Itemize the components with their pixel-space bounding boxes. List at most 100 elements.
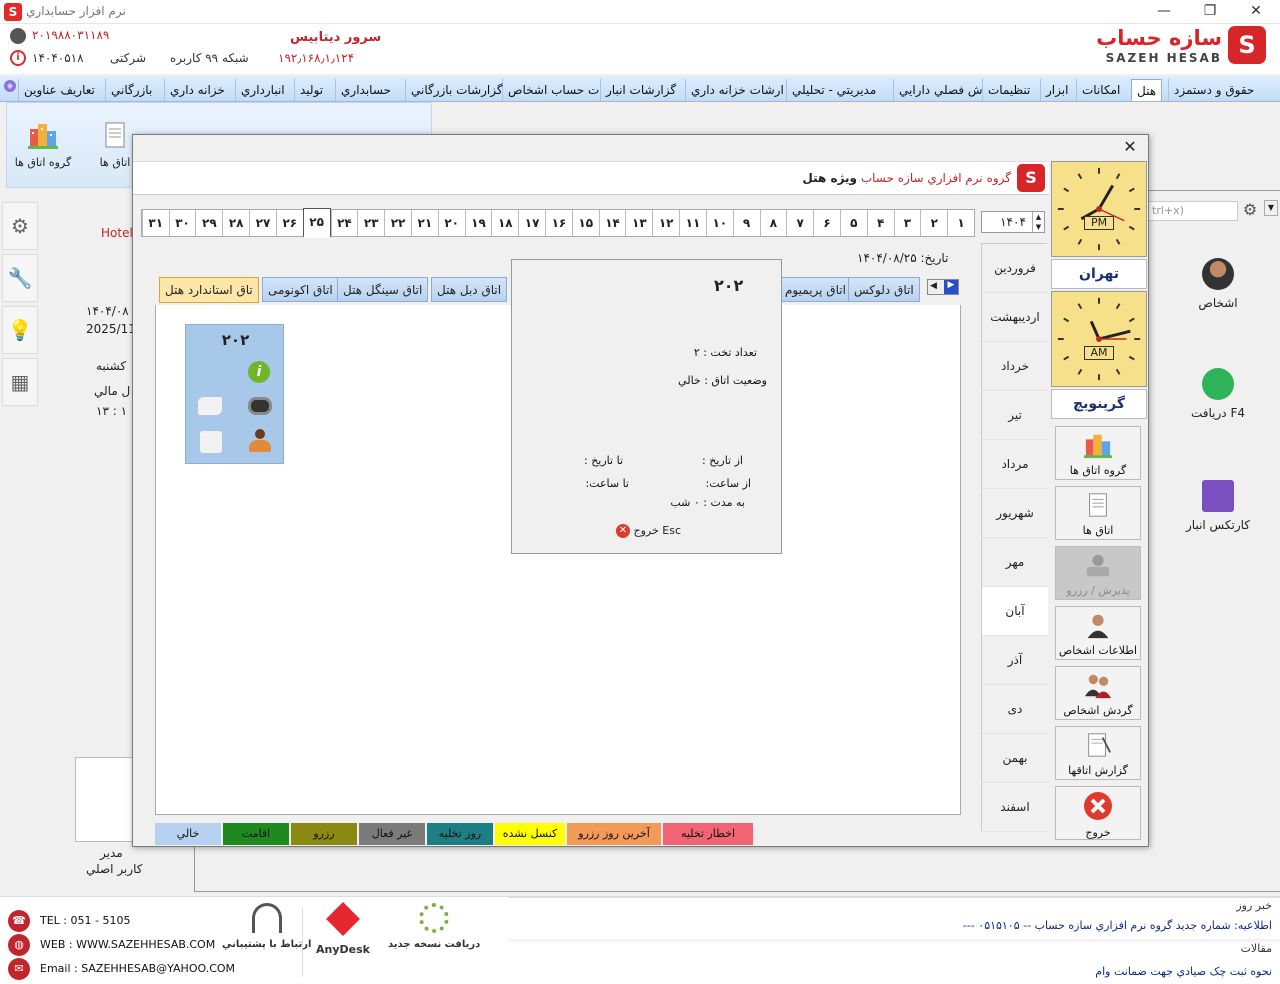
menu-tab-payroll[interactable]: حقوق و دستمزد: [1168, 79, 1259, 101]
tab-scroll-left-icon[interactable]: ◀: [930, 281, 937, 291]
settings-gear-icon[interactable]: ⚙: [1240, 200, 1260, 220]
menu-tab-inventory-reports[interactable]: گزارشات انبار: [600, 79, 681, 101]
day-cell[interactable]: ۲۳: [357, 210, 384, 236]
side-room-groups-button[interactable]: گروه اتاق ها: [1055, 426, 1141, 480]
popup-exit-button[interactable]: ✕ خروج Esc: [616, 524, 681, 538]
day-cell[interactable]: ۳: [893, 210, 921, 236]
menu-tab-treasury-reports[interactable]: ارشات خزانه داري: [685, 79, 789, 101]
restore-button[interactable]: ❐: [1190, 0, 1230, 24]
menu-tab-tools[interactable]: ابزار: [1040, 79, 1073, 101]
info-icon[interactable]: i: [248, 361, 270, 383]
side-person-info-button[interactable]: اطلاعات اشخاص: [1055, 606, 1141, 660]
menu-tab-hotel[interactable]: هتل: [1131, 79, 1163, 101]
support-button[interactable]: ارتباط با پشتيباني: [222, 903, 311, 950]
day-cell[interactable]: ۸: [759, 210, 787, 236]
ribbon-room-groups-button[interactable]: گروه اتاق ها: [7, 121, 79, 169]
lightbulb-icon[interactable]: 💡: [2, 306, 38, 354]
day-cell[interactable]: ۲: [920, 210, 947, 236]
menu-tab-facilities[interactable]: امکانات: [1076, 79, 1125, 101]
month-item[interactable]: تير: [982, 391, 1048, 440]
day-cell[interactable]: ۱۷: [518, 210, 545, 236]
search-input[interactable]: trl+x): [1148, 201, 1238, 221]
month-item[interactable]: مهر: [982, 538, 1048, 587]
day-cell[interactable]: ۱: [947, 210, 974, 236]
side-reception-button[interactable]: پذيرش / رزرو: [1055, 546, 1141, 600]
gear-icon[interactable]: ⚙: [2, 202, 38, 250]
room-tab-premium[interactable]: اتاق پريميوم: [779, 277, 852, 302]
cardex-shortcut[interactable]: کارتکس انبار: [1168, 480, 1268, 532]
menu-tab-settings[interactable]: تنظیمات: [982, 79, 1035, 101]
contact-email[interactable]: ✉ Email : SAZEHHESAB@YAHOO.COM: [8, 958, 235, 980]
menu-tab-definitions[interactable]: تعاريف عناوين: [18, 79, 100, 101]
day-cell[interactable]: ۲۵: [302, 208, 331, 238]
day-cell[interactable]: ۱۵: [571, 210, 599, 236]
day-cell[interactable]: ۶: [813, 210, 840, 236]
day-cell[interactable]: ۵: [839, 210, 867, 236]
day-cell[interactable]: ۲۹: [195, 210, 222, 236]
day-cell[interactable]: ۱۰: [705, 210, 733, 236]
theme-orb-icon[interactable]: [4, 80, 16, 92]
day-cell[interactable]: ۷: [786, 210, 813, 236]
day-cell[interactable]: ۲۲: [384, 210, 411, 236]
tab-scroll-right-icon[interactable]: ▶: [944, 280, 958, 294]
day-cell[interactable]: ۱۲: [652, 210, 679, 236]
month-item[interactable]: دی: [982, 685, 1048, 734]
room-tab-double[interactable]: اتاق دبل هتل: [431, 277, 508, 302]
day-cell[interactable]: ۱۴: [598, 210, 626, 236]
day-cell[interactable]: ۲۰: [437, 210, 465, 236]
calculator-icon[interactable]: ▦: [2, 358, 38, 406]
month-item[interactable]: ارديبهشت: [982, 293, 1048, 342]
side-room-report-button[interactable]: گزارش اتاقها: [1055, 726, 1141, 780]
side-exit-button[interactable]: خروج: [1055, 786, 1141, 840]
wrench-icon[interactable]: 🔧: [2, 254, 38, 302]
side-person-turnover-button[interactable]: گردش اشخاص: [1055, 666, 1141, 720]
month-item[interactable]: اسفند: [982, 783, 1048, 832]
day-cell[interactable]: ۲۷: [249, 210, 276, 236]
menu-tab-warehouse[interactable]: انبارداري: [235, 79, 290, 101]
menu-tab-management[interactable]: مديريتي - تحليلي: [786, 79, 881, 101]
month-item[interactable]: بهمن: [982, 734, 1048, 783]
persons-shortcut[interactable]: اشخاص: [1168, 258, 1268, 310]
update-button[interactable]: دريافت نسخه جديد: [388, 903, 480, 950]
day-cell[interactable]: ۱۹: [464, 210, 492, 236]
menu-tab-treasury[interactable]: خزانه داري: [164, 79, 230, 101]
day-cell[interactable]: ۲۶: [275, 210, 303, 236]
minimize-button[interactable]: —: [1144, 0, 1184, 24]
day-cell[interactable]: ۱۸: [491, 210, 518, 236]
receive-shortcut[interactable]: F4 دريافت: [1168, 368, 1268, 420]
day-cell[interactable]: ۹: [732, 210, 760, 236]
day-cell[interactable]: ۱۶: [545, 210, 572, 236]
month-item[interactable]: فروردين: [982, 244, 1048, 293]
room-tab-standard[interactable]: تاق استاندارد هتل: [159, 277, 259, 303]
room-tab-single[interactable]: اتاق سينگل هتل: [337, 277, 429, 302]
menu-tab-accounting[interactable]: حسابداري: [335, 79, 396, 101]
day-cell[interactable]: ۱۳: [625, 210, 652, 236]
month-item[interactable]: شهريور: [982, 489, 1048, 538]
month-item[interactable]: آذر: [982, 636, 1048, 685]
chevron-down-icon[interactable]: ▼: [1264, 200, 1278, 216]
menu-tab-commerce[interactable]: بازرگاني: [105, 79, 157, 101]
day-cell[interactable]: ۲۴: [330, 210, 358, 236]
room-tab-economy[interactable]: اتاق اکونومی: [262, 277, 339, 302]
day-cell[interactable]: ۴: [866, 210, 894, 236]
day-cell[interactable]: ۲۸: [222, 210, 249, 236]
menu-tab-asset-reports[interactable]: ش فصلي دارايي: [893, 79, 988, 101]
close-button[interactable]: ✕: [1236, 0, 1276, 24]
dialog-close-button[interactable]: ✕: [1120, 137, 1140, 157]
anydesk-button[interactable]: AnyDesk: [316, 902, 370, 956]
month-item[interactable]: مرداد: [982, 440, 1048, 489]
year-spinner[interactable]: ۱۴۰۴ ▲ ▼: [981, 211, 1045, 233]
contact-web[interactable]: ◍ WEB : WWW.SAZEHHESAB.COM: [8, 934, 215, 956]
day-cell[interactable]: ۱۱: [679, 210, 706, 236]
month-item[interactable]: خرداد: [982, 342, 1048, 391]
month-item[interactable]: آبان: [982, 587, 1048, 636]
menu-tab-production[interactable]: توليد: [294, 79, 328, 101]
day-cell[interactable]: ۳۰: [168, 210, 196, 236]
menu-tab-commerce-reports[interactable]: گزارشات بازرگاني: [405, 79, 508, 101]
spinner-arrows-icon[interactable]: ▲ ▼: [1032, 212, 1044, 232]
day-cell[interactable]: ۳۱: [141, 210, 169, 236]
menu-tab-person-accounts[interactable]: ت حساب اشخاص: [502, 79, 604, 101]
article-link[interactable]: نحوه ثبت چک صيادي جهت ضمانت وام: [508, 961, 1280, 983]
room-tab-deluxe[interactable]: اتاق دلوکس: [848, 277, 920, 302]
room-card[interactable]: ۲۰۲ i: [185, 324, 284, 464]
